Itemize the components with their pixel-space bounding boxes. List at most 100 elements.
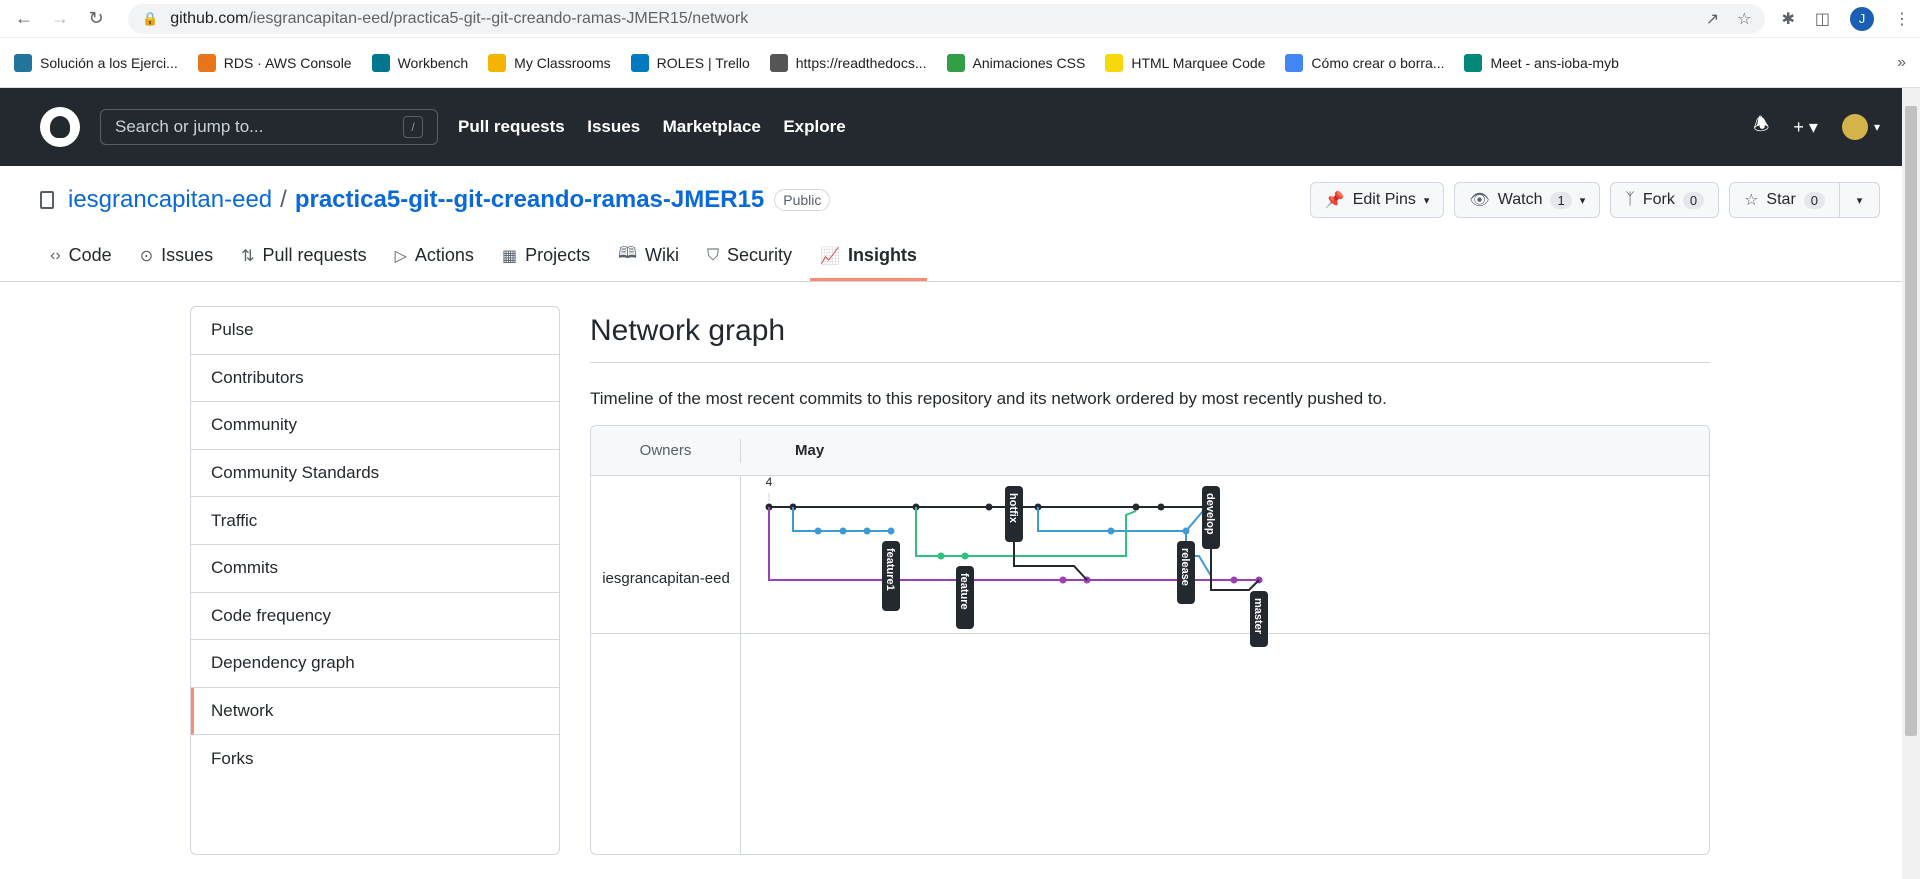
bookmark-item[interactable]: Cómo crear o borra...: [1285, 53, 1444, 72]
repo-owner-link[interactable]: iesgrancapitan-eed: [68, 186, 272, 214]
commit-dot: [961, 552, 969, 560]
play-icon: ▷: [394, 247, 407, 265]
tab-wiki[interactable]: 🕮 Wiki: [608, 233, 689, 281]
forward-arrow-icon[interactable]: →: [46, 5, 74, 33]
github-logo-icon[interactable]: [40, 107, 80, 147]
more-bookmarks-icon[interactable]: »: [1897, 54, 1906, 72]
sidenav-item-commits[interactable]: Commits: [191, 545, 559, 593]
branch-name: master: [1252, 598, 1264, 635]
wordpress-icon: [14, 53, 32, 72]
tab-security[interactable]: ⛉ Security: [697, 233, 802, 281]
bookmark-item[interactable]: Solución a los Ejerci...: [14, 53, 178, 72]
star-count: 0: [1803, 191, 1825, 209]
sidenav-item-dependency-graph[interactable]: Dependency graph: [191, 640, 559, 688]
star-button[interactable]: ☆ Star 0: [1729, 182, 1840, 218]
search-input[interactable]: Search or jump to... /: [100, 109, 438, 145]
branch-name: release: [1179, 548, 1191, 586]
watch-button[interactable]: 👁 Watch 1 ▾: [1454, 182, 1601, 218]
sidenav-item-code-frequency[interactable]: Code frequency: [191, 593, 559, 641]
sidepanel-icon[interactable]: ◫: [1815, 9, 1830, 29]
tab-insights[interactable]: 📈 Insights: [810, 233, 927, 281]
commit-dot: [863, 527, 871, 535]
branch-name: feature: [958, 573, 970, 610]
feature1-line: [792, 507, 891, 532]
bookmark-label: HTML Marquee Code: [1131, 54, 1266, 71]
sidenav-item-pulse[interactable]: Pulse: [191, 307, 559, 355]
tab-issues[interactable]: ⊙ Issues: [130, 233, 223, 281]
page-scrollbar[interactable]: [1902, 88, 1920, 879]
sidenav-item-community-standards[interactable]: Community Standards: [191, 450, 559, 498]
eye-icon: 👁: [1469, 192, 1490, 209]
share-icon[interactable]: ↗: [1706, 9, 1719, 29]
chevron-down-icon: ▾: [1423, 194, 1430, 207]
tab-label: Wiki: [644, 245, 679, 265]
tab-label: Security: [726, 245, 793, 265]
w3-icon: [946, 53, 965, 72]
sidenav-item-traffic[interactable]: Traffic: [191, 497, 559, 545]
bookmark-item[interactable]: RDS · AWS Console: [197, 53, 352, 72]
visibility-badge: Public: [774, 189, 831, 211]
edit-pins-button[interactable]: 📌 Edit Pins ▾: [1309, 182, 1445, 218]
network-graph[interactable]: Owners May iesgrancapitan-eed 4 feature1 f…: [590, 425, 1710, 855]
repo-name-link[interactable]: practica5-git--git-creando-ramas-JMER15: [295, 186, 764, 214]
book-icon: 🕮: [618, 245, 637, 262]
day-label: 4: [766, 475, 773, 489]
repo-separator: /: [280, 186, 287, 213]
nav-pull-requests[interactable]: Pull requests: [458, 117, 565, 136]
bookmark-label: Meet - ans-ioba-myb: [1490, 54, 1619, 71]
network-graph-canvas: 4 feature1 feature hotfix release develop mast…: [765, 475, 1268, 647]
browser-toolbar: ← → ↻ 🔒 github.com/iesgrancapitan-eed/pr…: [0, 0, 1920, 38]
readthedocs-icon: [769, 53, 788, 72]
bookmark-item[interactable]: Animaciones CSS: [946, 53, 1085, 72]
back-arrow-icon[interactable]: ←: [10, 5, 38, 33]
address-bar[interactable]: 🔒 github.com/iesgrancapitan-eed/practica…: [128, 3, 1766, 34]
profile-avatar[interactable]: J: [1850, 6, 1874, 31]
fork-button[interactable]: ᛉ Fork 0: [1610, 182, 1720, 218]
sidenav-item-community[interactable]: Community: [191, 402, 559, 450]
search-shortcut-key: /: [403, 116, 423, 138]
commit-dot: [985, 503, 993, 511]
nav-issues[interactable]: Issues: [587, 117, 640, 136]
bookmark-item[interactable]: Meet - ans-ioba-myb: [1464, 53, 1619, 72]
branch-name: hotfix: [1007, 493, 1019, 524]
feature1-merge-line: [1037, 507, 1204, 532]
sidenav-item-forks[interactable]: Forks: [191, 735, 559, 783]
reload-icon[interactable]: ↻: [82, 5, 110, 33]
extensions-icon[interactable]: ✱: [1781, 9, 1794, 29]
bookmark-item[interactable]: https://readthedocs...: [769, 53, 927, 72]
scrollbar-thumb[interactable]: [1905, 106, 1917, 736]
tab-projects[interactable]: ▦ Projects: [492, 233, 600, 281]
lock-icon: 🔒: [142, 10, 159, 26]
shield-icon: ⛉: [706, 246, 719, 264]
notifications-bell-icon[interactable]: 🕭: [1753, 112, 1769, 142]
bookmark-item[interactable]: My Classrooms: [488, 53, 611, 72]
code-icon: ‹›: [50, 246, 61, 264]
bookmark-label: My Classrooms: [514, 54, 611, 71]
pull-request-icon: ⇅: [241, 247, 255, 265]
menu-dots-icon[interactable]: ⋮: [1894, 9, 1910, 29]
trello-icon: [630, 53, 649, 72]
sidenav-item-network[interactable]: Network: [191, 687, 559, 736]
bookmark-item[interactable]: HTML Marquee Code: [1105, 53, 1266, 72]
url-host: github.com: [170, 9, 249, 27]
bookmark-star-icon[interactable]: ☆: [1737, 9, 1751, 29]
header-nav: Pull requests Issues Marketplace Explore: [458, 117, 864, 137]
create-new-plus-icon[interactable]: + ▾: [1793, 117, 1818, 138]
watch-label: Watch: [1497, 191, 1543, 208]
marquee-icon: [1105, 53, 1124, 72]
tab-actions[interactable]: ▷ Actions: [385, 233, 484, 281]
chevron-down-icon: ▾: [1579, 194, 1586, 207]
bookmark-item[interactable]: ROLES | Trello: [630, 53, 750, 72]
table-icon: ▦: [501, 247, 518, 265]
tab-pull-requests[interactable]: ⇅ Pull requests: [231, 233, 376, 281]
tab-code[interactable]: ‹› Code: [40, 233, 122, 281]
nav-marketplace[interactable]: Marketplace: [663, 117, 761, 136]
star-list-dropdown[interactable]: ▾: [1840, 182, 1880, 218]
branch-name: develop: [1204, 493, 1216, 535]
chevron-down-icon: ▾: [1856, 194, 1863, 207]
bookmark-item[interactable]: Workbench: [371, 53, 468, 72]
classroom-icon: [488, 53, 507, 72]
nav-explore[interactable]: Explore: [783, 117, 845, 136]
sidenav-item-contributors[interactable]: Contributors: [191, 355, 559, 403]
user-menu[interactable]: ▾: [1841, 114, 1880, 140]
